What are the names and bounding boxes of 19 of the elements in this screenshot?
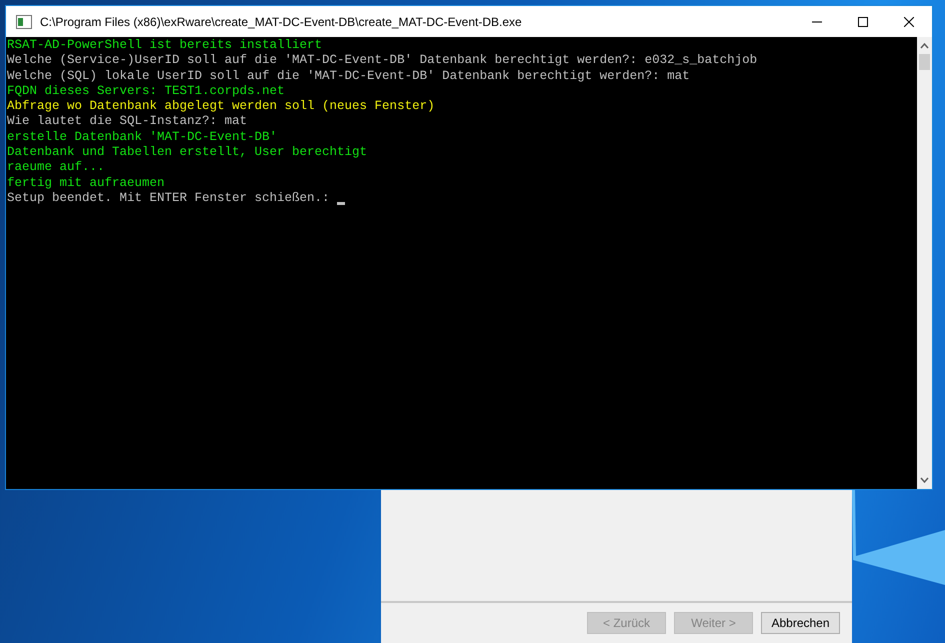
scrollbar[interactable]	[917, 37, 932, 489]
console-line: Abfrage wo Datenbank abgelegt werden soll (neues Fenster)	[7, 99, 435, 114]
text-cursor	[337, 202, 346, 205]
console-line: Setup beendet. Mit ENTER Fenster schießen.:	[7, 190, 331, 206]
console-line: Welche (SQL) lokale UserID soll auf die 'MAT-DC-Event-DB' Datenbank berechtigt werden?: mat	[7, 68, 690, 84]
window-title: C:\Program Files (x86)\exRware\create_MAT-DC-Event-DB\create_MAT-DC-Event-DB.exe	[40, 14, 523, 28]
console-line: erstelle Datenbank 'MAT-DC-Event-DB'	[7, 130, 278, 146]
console-app-icon	[16, 14, 32, 28]
close-icon	[904, 16, 914, 26]
console-line: RSAT-AD-PowerShell ist bereits installiert	[7, 38, 322, 54]
console-line: Welche (Service-)UserID soll auf die 'MAT-DC-Event-DB' Datenbank berechtigt werden?: e032_s_batchjob	[7, 53, 758, 69]
console-line: Datenbank und Tabellen erstellt, User berechtigt	[7, 145, 368, 160]
console-line: raeume auf...	[7, 160, 105, 176]
console-line: fertig mit aufraeumen	[7, 176, 165, 191]
console-line: FQDN dieses Servers: TEST1.corpds.net	[7, 84, 285, 100]
scroll-thumb[interactable]	[919, 54, 930, 70]
wizard-button[interactable]: Abbrechen	[761, 612, 840, 634]
maximize-icon	[858, 16, 868, 26]
console-line: Wie lautet die SQL-Instanz?: mat	[7, 114, 248, 130]
